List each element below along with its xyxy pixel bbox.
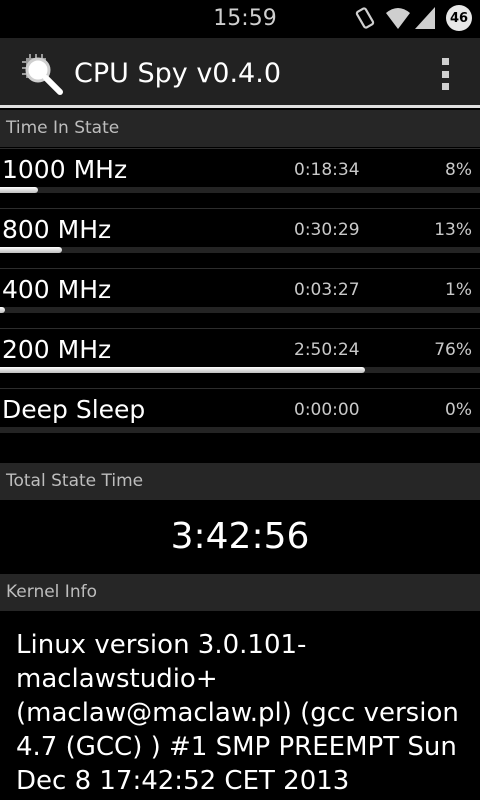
state-progress-bar: [0, 307, 480, 313]
state-duration: 0:18:34: [294, 160, 360, 180]
network-badge: 46: [446, 5, 472, 31]
state-progress-fill: [0, 367, 365, 373]
state-list: 1000 MHz 0:18:34 8% 800 MHz 0:30:29 13% 400 MH…: [0, 148, 480, 448]
overflow-menu-icon[interactable]: [442, 58, 450, 90]
state-frequency: 1000 MHz: [2, 155, 128, 184]
state-row: 1000 MHz 0:18:34 8%: [0, 148, 480, 208]
vibrate-icon: [355, 7, 375, 29]
state-percent: 13%: [434, 220, 472, 240]
state-duration: 0:30:29: [294, 220, 360, 240]
state-progress-bar: [0, 427, 480, 433]
state-row: 200 MHz 2:50:24 76%: [0, 328, 480, 388]
state-percent: 0%: [445, 400, 472, 420]
state-frequency: 200 MHz: [2, 335, 112, 364]
state-duration: 2:50:24: [294, 340, 360, 360]
state-frequency: 400 MHz: [2, 275, 112, 304]
status-bar: 15:59 46: [0, 0, 480, 38]
signal-icon: [415, 7, 435, 29]
magnifier-chip-icon: [22, 54, 63, 95]
time-in-state-header: Time In State: [0, 110, 480, 147]
total-state-time-value: 3:42:56: [170, 516, 310, 557]
state-percent: 8%: [445, 160, 472, 180]
status-icons: 46: [352, 5, 472, 33]
state-percent: 76%: [434, 340, 472, 360]
total-state-time-header: Total State Time: [0, 463, 480, 500]
state-frequency: 800 MHz: [2, 215, 112, 244]
state-progress-bar: [0, 187, 480, 193]
kernel-info-header: Kernel Info: [0, 574, 480, 611]
state-frequency: Deep Sleep: [2, 395, 146, 424]
state-progress-bar: [0, 367, 480, 373]
state-progress-fill: [0, 247, 63, 253]
state-progress-bar: [0, 247, 480, 253]
state-row: 800 MHz 0:30:29 13%: [0, 208, 480, 268]
kernel-info-text: Linux version 3.0.101-maclawstudio+ (mac…: [16, 630, 459, 796]
wifi-icon: [386, 8, 410, 29]
state-row: Deep Sleep 0:00:00 0%: [0, 388, 480, 448]
state-row: 400 MHz 0:03:27 1%: [0, 268, 480, 328]
state-duration: 0:00:00: [294, 400, 360, 420]
state-progress-fill: [0, 307, 5, 313]
action-bar: CPU Spy v0.4.0: [0, 38, 480, 108]
app-title: CPU Spy v0.4.0: [74, 58, 281, 89]
state-progress-fill: [0, 187, 39, 193]
state-percent: 1%: [445, 280, 472, 300]
state-duration: 0:03:27: [294, 280, 360, 300]
